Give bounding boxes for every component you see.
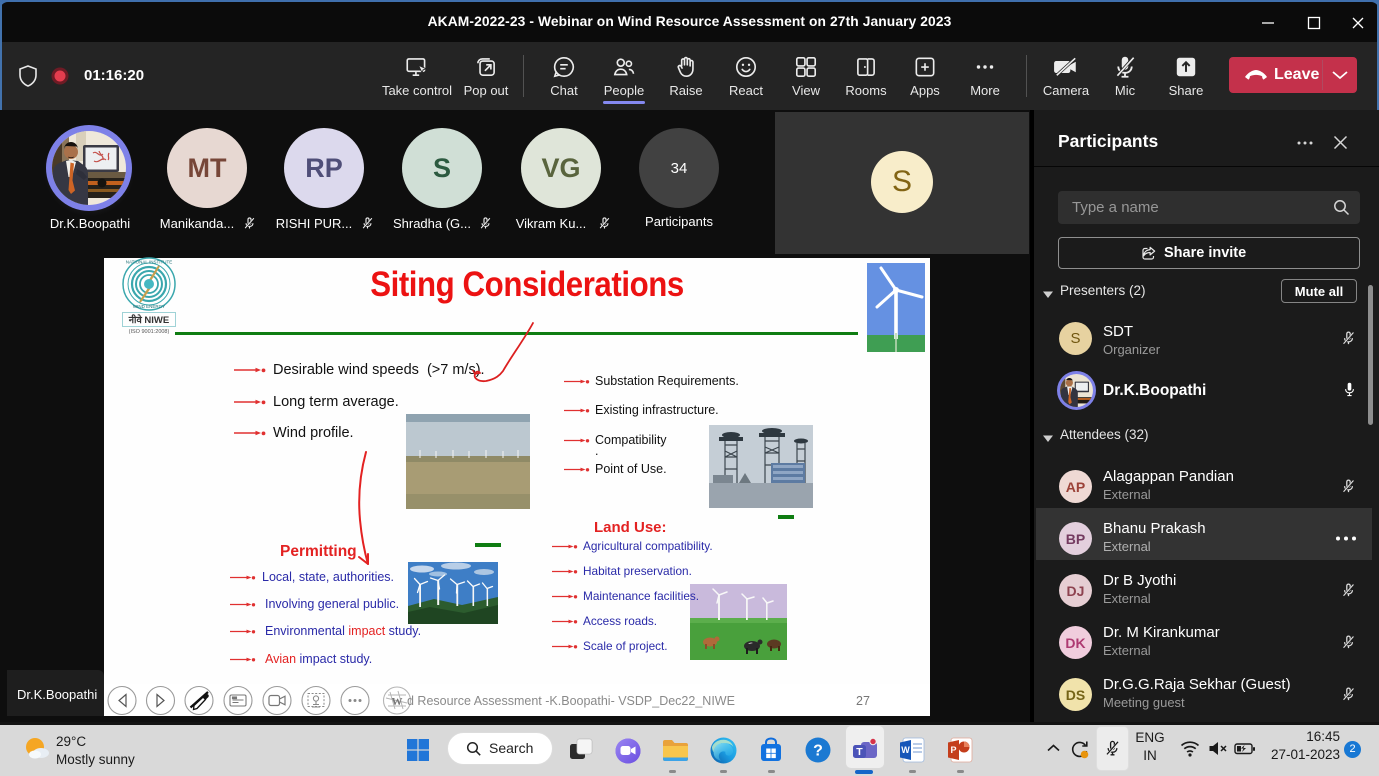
svg-text:P: P — [950, 745, 956, 755]
svg-text:T: T — [856, 746, 863, 758]
svg-text:?: ? — [813, 743, 823, 760]
svg-text:W: W — [392, 696, 403, 708]
svg-text:WIND ENERGY: WIND ENERGY — [133, 304, 165, 309]
svg-text:W: W — [901, 745, 910, 755]
